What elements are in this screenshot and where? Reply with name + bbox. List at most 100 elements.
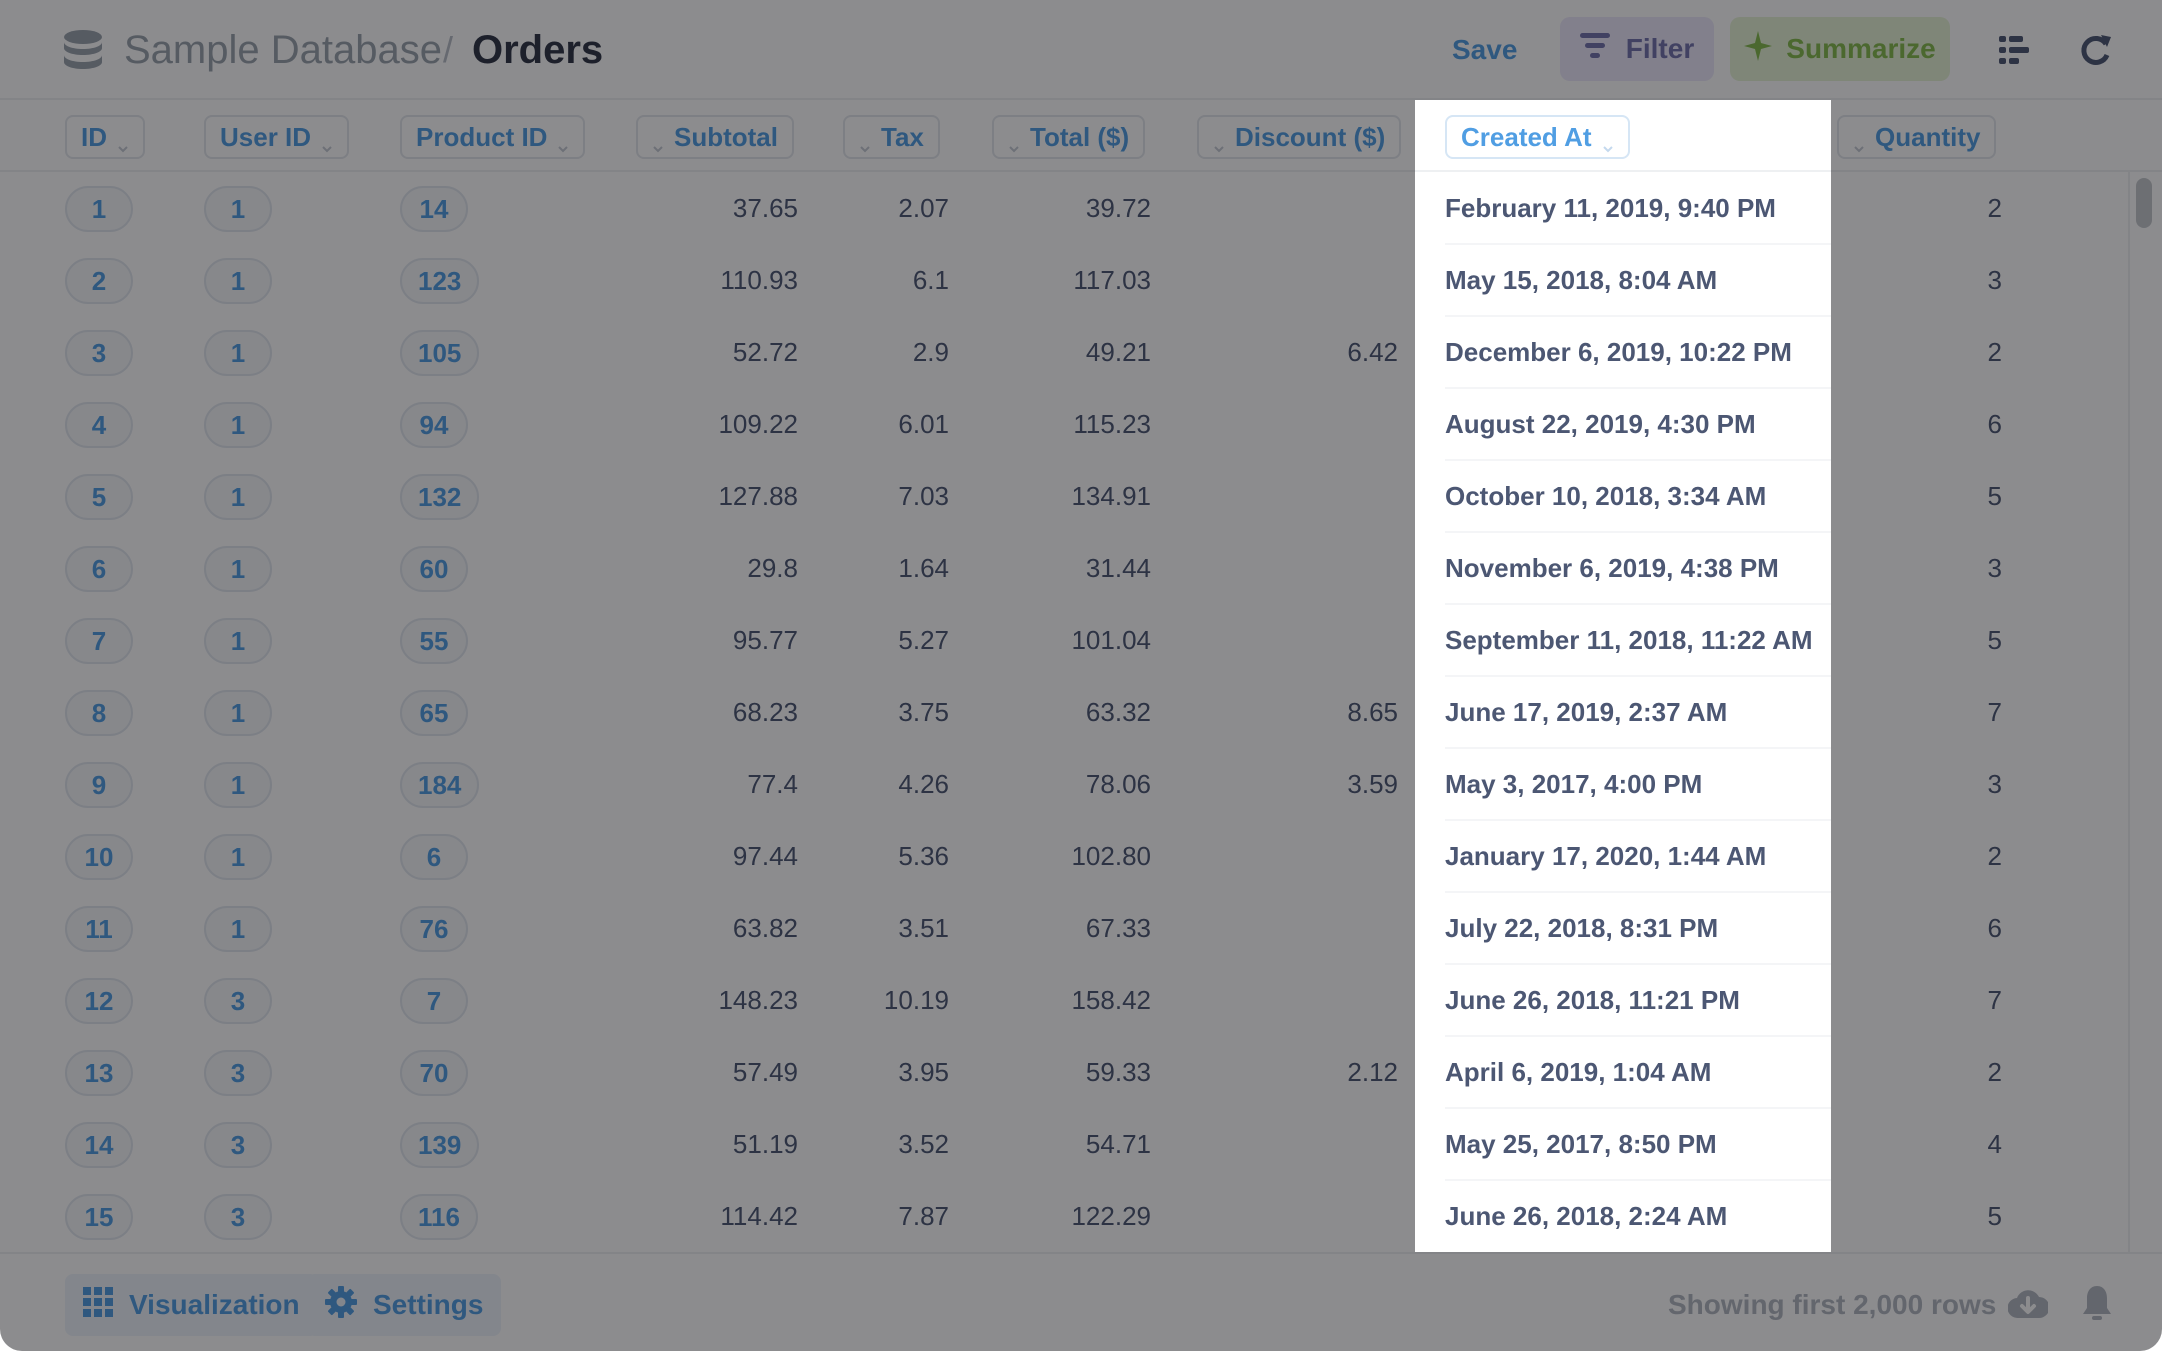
column-header-product-id[interactable]: Product ID (400, 115, 586, 159)
column-label: Discount ($) (1235, 121, 1386, 152)
cell-user-id[interactable]: 3 (204, 978, 272, 1024)
cell-id[interactable]: 6 (65, 546, 133, 592)
cell-product-id[interactable]: 55 (400, 618, 468, 664)
column-header-created-at[interactable]: Created At (1445, 115, 1630, 159)
cell-user-id[interactable]: 3 (204, 1050, 272, 1096)
cell-id[interactable]: 13 (65, 1050, 133, 1096)
cell-created-at: August 22, 2019, 4:30 PM (1445, 409, 1756, 439)
cell-id[interactable]: 7 (65, 618, 133, 664)
column-label: Created At (1461, 121, 1592, 152)
cell-id[interactable]: 14 (65, 1122, 133, 1168)
column-header-tax[interactable]: Tax (843, 115, 940, 159)
cell-created-at: May 25, 2017, 8:50 PM (1445, 1129, 1717, 1159)
cell-user-id[interactable]: 1 (204, 474, 272, 520)
cell-total: 67.33 (1085, 913, 1151, 943)
summarize-button[interactable]: Summarize (1730, 17, 1950, 81)
cell-quantity: 3 (1987, 769, 2002, 799)
cell-id[interactable]: 9 (65, 762, 133, 808)
cell-user-id[interactable]: 1 (204, 834, 272, 880)
column-header-discount[interactable]: Discount ($) (1197, 115, 1402, 159)
breadcrumb-table-title: Orders (472, 28, 604, 72)
cell-product-id[interactable]: 139 (400, 1122, 480, 1168)
cell-id[interactable]: 8 (65, 690, 133, 736)
cell-product-id[interactable]: 14 (400, 186, 468, 232)
cell-created-at: November 6, 2019, 4:38 PM (1445, 553, 1779, 583)
cell-created-at: May 3, 2017, 4:00 PM (1445, 769, 1703, 799)
table-row: 7 1 55 95.77 5.27 101.04 5 (0, 604, 2162, 676)
cell-user-id[interactable]: 1 (204, 258, 272, 304)
cell-product-id[interactable]: 65 (400, 690, 468, 736)
vertical-scrollbar-track[interactable] (2128, 172, 2156, 1252)
cell-product-id[interactable]: 60 (400, 546, 468, 592)
cell-user-id[interactable]: 1 (204, 402, 272, 448)
cell-quantity: 6 (1987, 913, 2002, 943)
breadcrumb-database[interactable]: Sample Database (124, 24, 442, 76)
cell-id[interactable]: 10 (65, 834, 133, 880)
cell-discount (1198, 1108, 1398, 1180)
visualization-button[interactable]: Visualization (65, 1274, 318, 1336)
cell-product-id[interactable]: 7 (400, 978, 468, 1024)
chevron-down-icon (1213, 131, 1225, 153)
gear-icon (325, 1285, 357, 1325)
save-button[interactable]: Save (1452, 26, 1517, 74)
cell-product-id[interactable]: 123 (400, 258, 480, 304)
cell-product-id[interactable]: 70 (400, 1050, 468, 1096)
cell-created-at: January 17, 2020, 1:44 AM (1445, 841, 1767, 871)
cell-quantity: 5 (1987, 625, 2002, 655)
table-row: 11 1 76 63.82 3.51 67.33 6 (0, 892, 2162, 964)
cell-discount (1198, 604, 1398, 676)
cell-id[interactable]: 12 (65, 978, 133, 1024)
column-header-user-id[interactable]: User ID (204, 115, 350, 159)
cell-user-id[interactable]: 1 (204, 690, 272, 736)
table-row: 1 1 14 37.65 2.07 39.72 2 (0, 172, 2162, 244)
column-header-id[interactable]: ID (65, 115, 145, 159)
cell-id[interactable]: 11 (65, 906, 133, 952)
query-builder-app: Sample Database / Orders Save Filter Sum… (0, 0, 2162, 1351)
cell-product-id[interactable]: 116 (400, 1194, 478, 1240)
cell-tax: 5.36 (898, 841, 949, 871)
cell-user-id[interactable]: 1 (204, 330, 272, 376)
cell-product-id[interactable]: 132 (400, 474, 480, 520)
cell-user-id[interactable]: 3 (204, 1194, 272, 1240)
column-header-total[interactable]: Total ($) (992, 115, 1146, 159)
cell-product-id[interactable]: 94 (400, 402, 468, 448)
table-columns-icon[interactable] (1992, 28, 2036, 72)
cell-quantity: 2 (1987, 337, 2002, 367)
cell-total: 31.44 (1085, 553, 1151, 583)
cell-product-id[interactable]: 184 (400, 762, 480, 808)
column-label: Subtotal (674, 121, 778, 152)
cell-id[interactable]: 2 (65, 258, 133, 304)
cell-discount (1198, 172, 1398, 244)
column-label: Total ($) (1030, 121, 1130, 152)
bell-alert-icon[interactable] (2082, 1284, 2112, 1327)
filter-button[interactable]: Filter (1560, 17, 1714, 81)
cell-tax: 3.51 (898, 913, 949, 943)
summarize-sparkle-icon (1744, 30, 1773, 68)
download-icon[interactable] (2007, 1288, 2050, 1325)
cell-id[interactable]: 15 (65, 1194, 133, 1240)
cell-product-id[interactable]: 6 (400, 834, 468, 880)
cell-id[interactable]: 1 (65, 186, 133, 232)
column-header-subtotal[interactable]: Subtotal (636, 115, 794, 159)
cell-user-id[interactable]: 1 (204, 906, 272, 952)
column-label: User ID (220, 121, 312, 152)
cell-user-id[interactable]: 1 (204, 186, 272, 232)
cell-user-id[interactable]: 1 (204, 618, 272, 664)
settings-button[interactable]: Settings (307, 1274, 502, 1336)
cell-user-id[interactable]: 1 (204, 762, 272, 808)
cell-id[interactable]: 5 (65, 474, 133, 520)
cell-id[interactable]: 3 (65, 330, 133, 376)
cell-user-id[interactable]: 3 (204, 1122, 272, 1168)
cell-user-id[interactable]: 1 (204, 546, 272, 592)
cell-product-id[interactable]: 105 (400, 330, 480, 376)
cell-id[interactable]: 4 (65, 402, 133, 448)
cell-tax: 3.52 (898, 1129, 949, 1159)
table-row: 15 3 116 114.42 7.87 122.29 5 (0, 1180, 2162, 1252)
cell-created-at: July 22, 2018, 8:31 PM (1445, 913, 1719, 943)
cell-product-id[interactable]: 76 (400, 906, 468, 952)
summarize-label: Summarize (1786, 33, 1936, 64)
cell-quantity: 7 (1987, 985, 2002, 1015)
column-header-quantity[interactable]: Quantity (1837, 115, 1997, 159)
refresh-icon[interactable] (2074, 28, 2118, 72)
vertical-scrollbar-thumb[interactable] (2136, 178, 2152, 228)
